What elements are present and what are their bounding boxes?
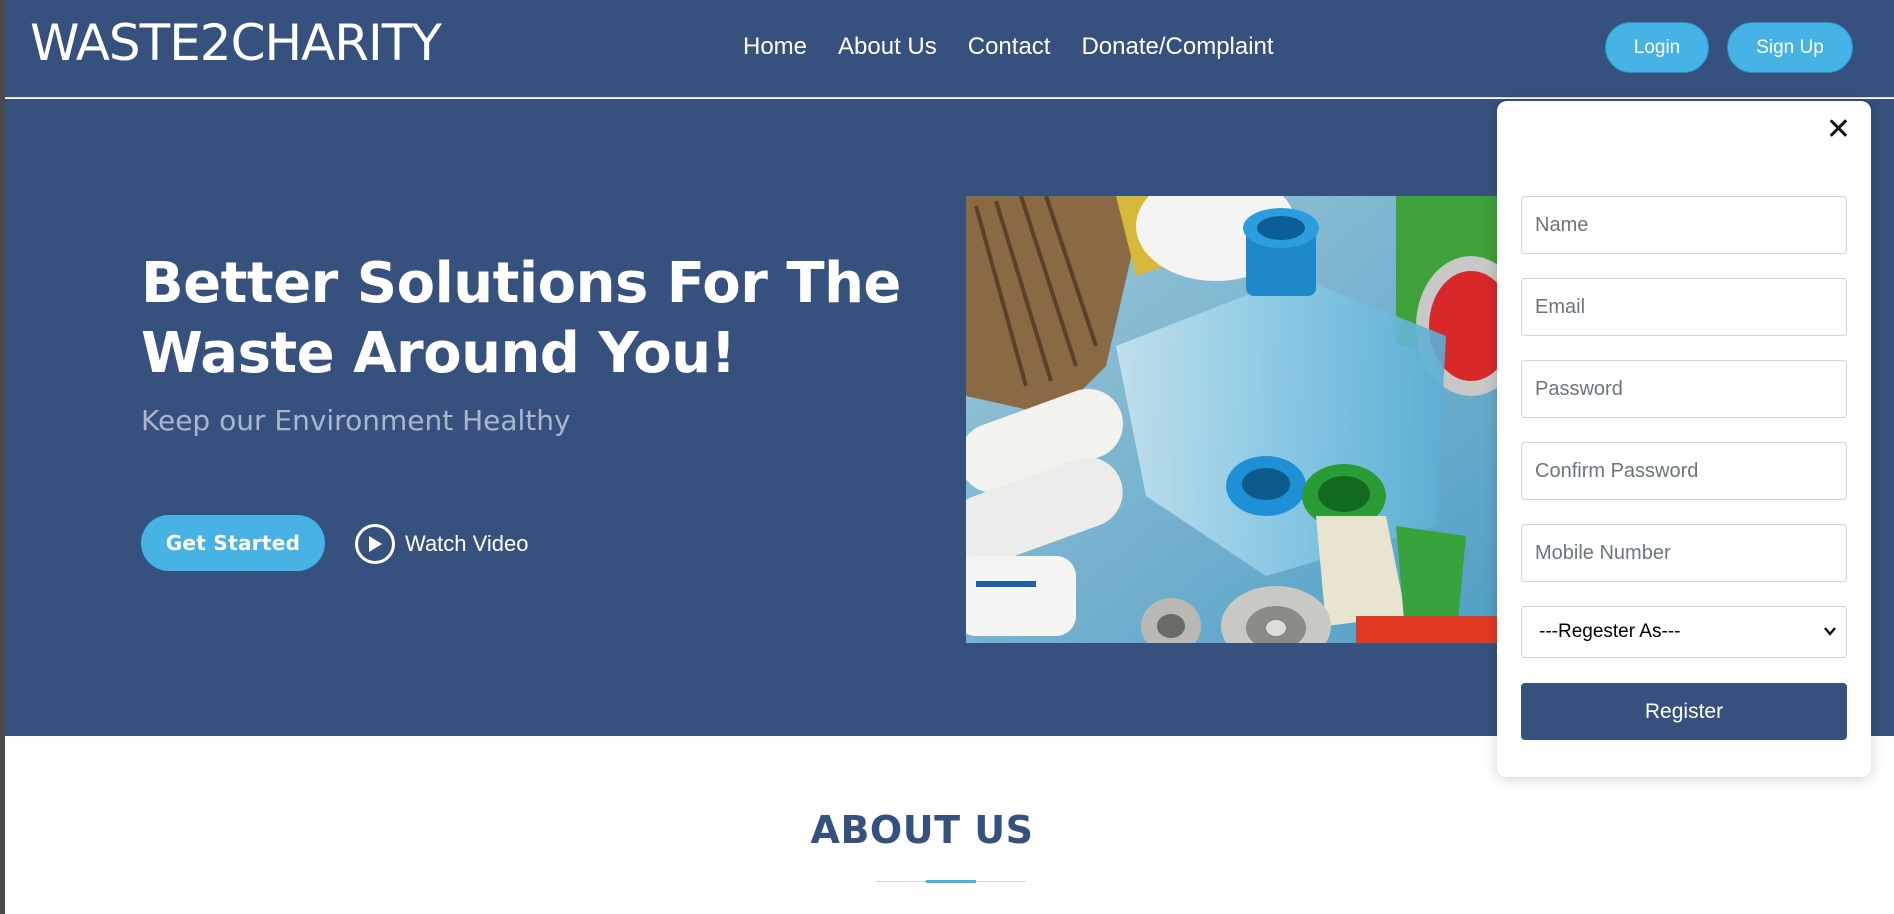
watch-video-link[interactable]: Watch Video <box>355 523 529 565</box>
nav-donate-complaint[interactable]: Donate/Complaint <box>1081 30 1273 64</box>
nav-about-us[interactable]: About Us <box>838 30 937 64</box>
site-header: WASTE2CHARITY Home About Us Contact Dona… <box>5 0 1894 98</box>
signup-button[interactable]: Sign Up <box>1727 22 1853 73</box>
signup-panel: ✕ Name Email Password Confirm Password M… <box>1497 101 1871 777</box>
hero-subtitle: Keep our Environment Healthy <box>141 404 571 437</box>
register-as-select[interactable]: ---Regester As--- <box>1521 606 1847 658</box>
about-section-title: ABOUT US <box>810 808 1034 852</box>
email-field[interactable]: Email <box>1521 278 1847 336</box>
about-divider-accent <box>926 880 976 883</box>
recycling-waste-image <box>966 196 1506 643</box>
play-icon <box>355 524 395 564</box>
confirm-password-field[interactable]: Confirm Password <box>1521 442 1847 500</box>
nav-contact[interactable]: Contact <box>968 30 1051 64</box>
mobile-number-field[interactable]: Mobile Number <box>1521 524 1847 582</box>
nav-home[interactable]: Home <box>743 30 807 64</box>
name-field[interactable]: Name <box>1521 196 1847 254</box>
chevron-down-icon <box>1824 607 1836 677</box>
close-icon[interactable]: ✕ <box>1826 113 1851 147</box>
site-logo[interactable]: WASTE2CHARITY <box>30 14 442 72</box>
watch-video-label: Watch Video <box>405 531 529 556</box>
register-as-selected: ---Regester As--- <box>1539 621 1681 642</box>
password-field[interactable]: Password <box>1521 360 1847 418</box>
login-button[interactable]: Login <box>1605 22 1709 73</box>
hero-title: Better Solutions For The Waste Around Yo… <box>141 251 901 386</box>
register-button[interactable]: Register <box>1521 683 1847 740</box>
get-started-button[interactable]: Get Started <box>141 515 325 571</box>
main-nav: Home About Us Contact Donate/Complaint <box>743 30 1305 64</box>
